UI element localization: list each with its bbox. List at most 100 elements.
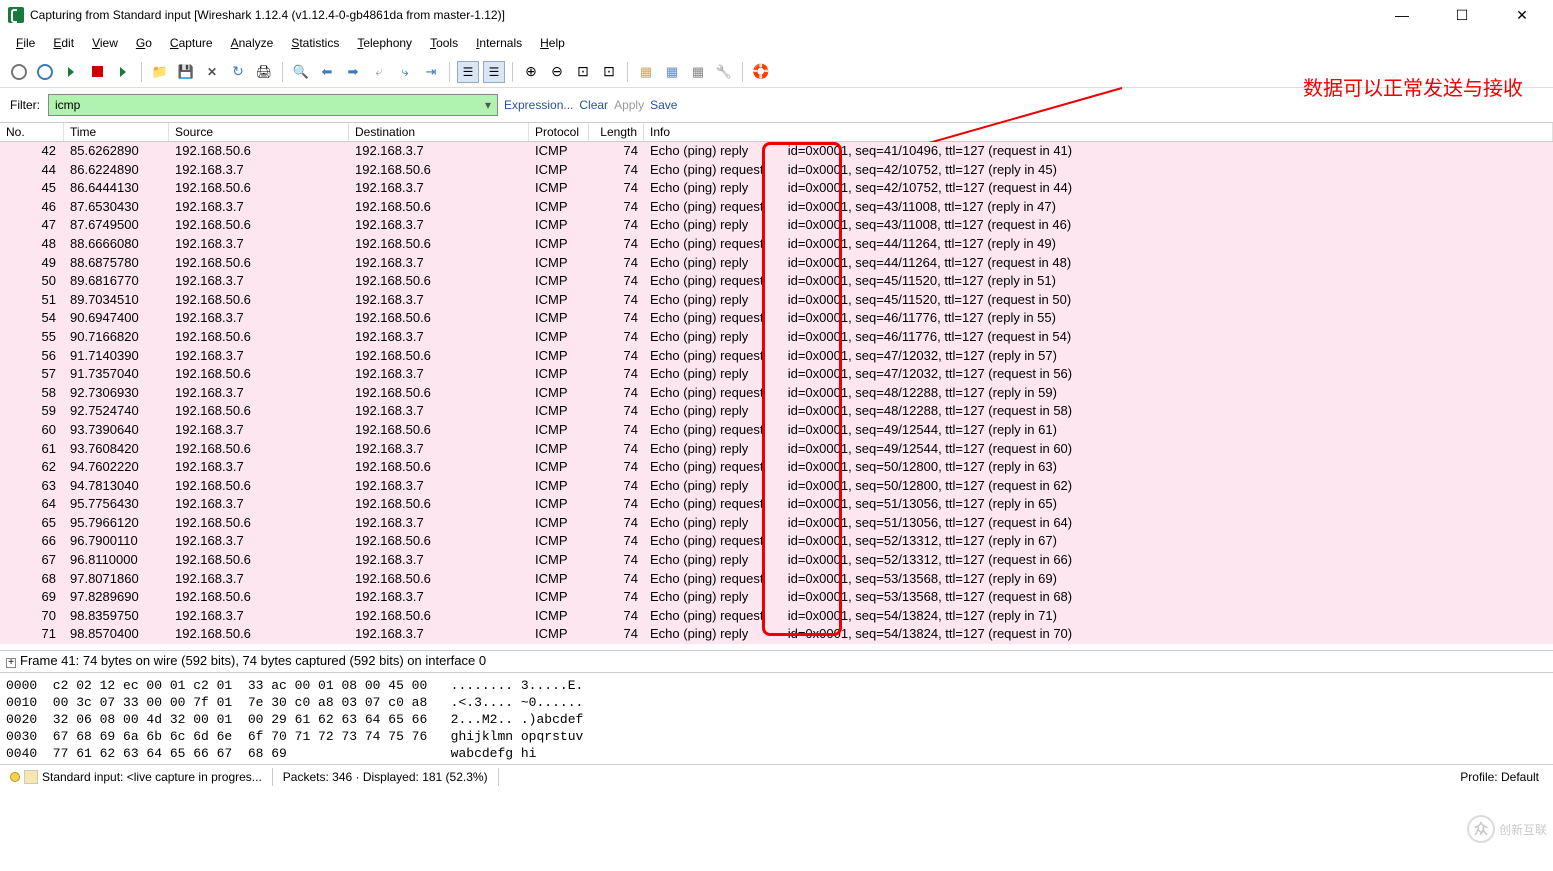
open-icon[interactable] (149, 61, 171, 83)
print-icon[interactable] (253, 61, 275, 83)
packet-list[interactable]: 4285.6262890192.168.50.6192.168.3.7ICMP7… (0, 142, 1553, 650)
filter-apply-link[interactable]: Apply (614, 98, 644, 112)
annotation-text: 数据可以正常发送与接收 (1303, 72, 1523, 101)
packet-row[interactable]: 6997.8289690192.168.50.6192.168.3.7ICMP7… (0, 588, 1553, 607)
minimize-button[interactable]: — (1387, 5, 1417, 25)
column-time[interactable]: Time (64, 123, 169, 141)
packet-row[interactable]: 4888.6666080192.168.3.7192.168.50.6ICMP7… (0, 235, 1553, 254)
menu-tools[interactable]: Tools (422, 33, 466, 53)
coloring-rules-icon[interactable] (687, 61, 709, 83)
interfaces-icon[interactable] (8, 61, 30, 83)
menu-go[interactable]: Go (128, 33, 160, 53)
statusbar: Standard input: <live capture in progres… (0, 764, 1553, 788)
column-info[interactable]: Info (644, 123, 1553, 141)
frame-summary: Frame 41: 74 bytes on wire (592 bits), 7… (20, 653, 486, 668)
packet-row[interactable]: 6696.7900110192.168.3.7192.168.50.6ICMP7… (0, 532, 1553, 551)
separator (449, 62, 450, 82)
packet-row[interactable]: 5691.7140390192.168.3.7192.168.50.6ICMP7… (0, 347, 1553, 366)
packet-row[interactable]: 5089.6816770192.168.3.7192.168.50.6ICMP7… (0, 272, 1553, 291)
stop-capture-icon[interactable] (86, 61, 108, 83)
zoom-in-icon[interactable] (520, 61, 542, 83)
autoscroll-icon[interactable] (483, 61, 505, 83)
reload-icon[interactable] (227, 61, 249, 83)
filter-dropdown-icon[interactable]: ▾ (485, 98, 491, 112)
filter-expression-link[interactable]: Expression... (504, 98, 573, 112)
packet-row[interactable]: 6595.7966120192.168.50.6192.168.3.7ICMP7… (0, 514, 1553, 533)
go-prev-icon[interactable] (368, 61, 390, 83)
packet-row[interactable]: 5590.7166820192.168.50.6192.168.3.7ICMP7… (0, 328, 1553, 347)
go-forward-icon[interactable] (342, 61, 364, 83)
start-capture-icon[interactable] (60, 61, 82, 83)
menu-capture[interactable]: Capture (162, 33, 221, 53)
save-icon[interactable] (175, 61, 197, 83)
packet-row[interactable]: 4988.6875780192.168.50.6192.168.3.7ICMP7… (0, 254, 1553, 273)
options-icon[interactable] (34, 61, 56, 83)
status-profile[interactable]: Profile: Default (1446, 768, 1553, 786)
packet-row[interactable]: 6495.7756430192.168.3.7192.168.50.6ICMP7… (0, 495, 1553, 514)
separator (742, 62, 743, 82)
packet-row[interactable]: 6193.7608420192.168.50.6192.168.3.7ICMP7… (0, 440, 1553, 459)
colorize-icon[interactable] (457, 61, 479, 83)
packet-row[interactable]: 7098.8359750192.168.3.7192.168.50.6ICMP7… (0, 607, 1553, 626)
packet-row[interactable]: 6093.7390640192.168.3.7192.168.50.6ICMP7… (0, 421, 1553, 440)
packet-row[interactable]: 5189.7034510192.168.50.6192.168.3.7ICMP7… (0, 291, 1553, 310)
filter-label: Filter: (10, 98, 40, 112)
menu-view[interactable]: View (84, 33, 126, 53)
packet-row[interactable]: 4285.6262890192.168.50.6192.168.3.7ICMP7… (0, 142, 1553, 161)
maximize-button[interactable]: ☐ (1447, 5, 1477, 25)
packet-row[interactable]: 5992.7524740192.168.50.6192.168.3.7ICMP7… (0, 402, 1553, 421)
hex-pane[interactable]: 0000 c2 02 12 ec 00 01 c2 01 33 ac 00 01… (0, 672, 1553, 764)
filter-clear-link[interactable]: Clear (579, 98, 608, 112)
menu-analyze[interactable]: Analyze (223, 33, 282, 53)
menu-edit[interactable]: Edit (45, 33, 82, 53)
watermark-icon: 众 (1467, 815, 1495, 843)
zoom-out-icon[interactable] (546, 61, 568, 83)
packet-row[interactable]: 4787.6749500192.168.50.6192.168.3.7ICMP7… (0, 216, 1553, 235)
packet-row[interactable]: 4687.6530430192.168.3.7192.168.50.6ICMP7… (0, 198, 1553, 217)
go-last-icon[interactable] (420, 61, 442, 83)
packet-row[interactable]: 5490.6947400192.168.3.7192.168.50.6ICMP7… (0, 309, 1553, 328)
menubar: FileEditViewGoCaptureAnalyzeStatisticsTe… (0, 30, 1553, 56)
titlebar: Capturing from Standard input [Wireshark… (0, 0, 1553, 30)
edit-icon[interactable] (24, 770, 38, 784)
expert-led-icon[interactable] (10, 772, 20, 782)
detail-pane[interactable]: + Frame 41: 74 bytes on wire (592 bits), … (0, 650, 1553, 672)
close-file-icon[interactable] (201, 61, 223, 83)
expand-icon[interactable]: + (6, 658, 16, 668)
packet-row[interactable]: 6294.7602220192.168.3.7192.168.50.6ICMP7… (0, 458, 1553, 477)
help-icon[interactable] (750, 61, 772, 83)
menu-telephony[interactable]: Telephony (349, 33, 420, 53)
column-no[interactable]: No. (0, 123, 64, 141)
packet-row[interactable]: 6796.8110000192.168.50.6192.168.3.7ICMP7… (0, 551, 1553, 570)
filter-value: icmp (55, 98, 80, 112)
go-back-icon[interactable] (316, 61, 338, 83)
close-button[interactable]: ✕ (1507, 5, 1537, 25)
packet-row[interactable]: 5892.7306930192.168.3.7192.168.50.6ICMP7… (0, 384, 1553, 403)
menu-help[interactable]: Help (532, 33, 573, 53)
capture-filters-icon[interactable] (635, 61, 657, 83)
resize-columns-icon[interactable] (598, 61, 620, 83)
column-source[interactable]: Source (169, 123, 349, 141)
go-next-icon[interactable] (394, 61, 416, 83)
packet-row[interactable]: 6897.8071860192.168.3.7192.168.50.6ICMP7… (0, 570, 1553, 589)
column-destination[interactable]: Destination (349, 123, 529, 141)
filter-save-link[interactable]: Save (650, 98, 677, 112)
packet-row[interactable]: 6394.7813040192.168.50.6192.168.3.7ICMP7… (0, 477, 1553, 496)
separator (282, 62, 283, 82)
preferences-icon[interactable] (713, 61, 735, 83)
packet-row[interactable]: 4586.6444130192.168.50.6192.168.3.7ICMP7… (0, 179, 1553, 198)
app-icon (8, 7, 24, 23)
column-protocol[interactable]: Protocol (529, 123, 589, 141)
find-icon[interactable] (290, 61, 312, 83)
menu-internals[interactable]: Internals (468, 33, 530, 53)
zoom-fit-icon[interactable] (572, 61, 594, 83)
menu-statistics[interactable]: Statistics (283, 33, 347, 53)
packet-row[interactable]: 5791.7357040192.168.50.6192.168.3.7ICMP7… (0, 365, 1553, 384)
restart-capture-icon[interactable] (112, 61, 134, 83)
filter-input[interactable]: icmp ▾ (48, 94, 498, 116)
packet-row[interactable]: 7198.8570400192.168.50.6192.168.3.7ICMP7… (0, 625, 1553, 644)
packet-row[interactable]: 4486.6224890192.168.3.7192.168.50.6ICMP7… (0, 161, 1553, 180)
display-filters-icon[interactable] (661, 61, 683, 83)
column-length[interactable]: Length (589, 123, 644, 141)
menu-file[interactable]: File (8, 33, 43, 53)
